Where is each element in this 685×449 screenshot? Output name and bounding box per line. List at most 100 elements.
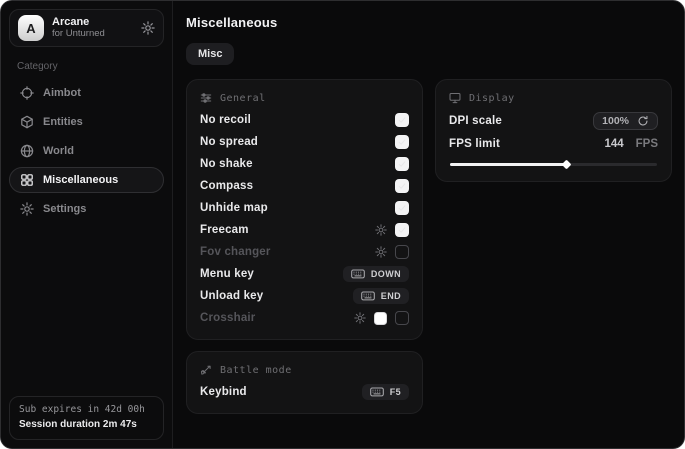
stepper-value: 100% (602, 115, 629, 127)
cube-icon (20, 115, 34, 129)
checkbox-no-spread[interactable] (395, 135, 409, 149)
row-controls (395, 135, 409, 149)
sidebar-nav: Aimbot Entities World Miscellaneous Settings (9, 78, 164, 223)
refresh-icon[interactable] (637, 115, 649, 127)
grid-icon (20, 173, 34, 187)
gear-icon (20, 202, 34, 216)
session-duration-text: Session duration 2m 47s (19, 417, 154, 432)
slider-unit: FPS (636, 138, 658, 150)
sidebar-item-label: Aimbot (43, 87, 81, 99)
checkbox-crosshair[interactable] (395, 311, 409, 325)
row-label: DPI scale (449, 115, 502, 127)
keybind-button-unload-key[interactable]: END (353, 288, 409, 304)
sidebar-item-miscellaneous[interactable]: Miscellaneous (9, 167, 164, 193)
checkbox-freecam[interactable] (395, 223, 409, 237)
sidebar-item-label: World (43, 145, 74, 157)
panel-display: Display DPI scale 100% FPS limit 144 FPS (435, 79, 672, 182)
keyboard-icon (361, 291, 375, 301)
panel-title: Battle mode (220, 365, 292, 376)
gear-icon[interactable] (354, 312, 366, 324)
sidebar-item-entities[interactable]: Entities (9, 109, 164, 135)
panel-header-battle-mode: Battle mode (200, 364, 409, 376)
panel-title: Display (469, 93, 515, 104)
row-no-spread: No spread (200, 131, 409, 153)
keybind-button-keybind[interactable]: F5 (362, 384, 409, 400)
row-unhide-map: Unhide map (200, 197, 409, 219)
row-label: No recoil (200, 114, 251, 126)
sidebar-item-label: Settings (43, 203, 86, 215)
slider-thumb[interactable] (561, 159, 571, 169)
monitor-icon (449, 92, 461, 104)
tab-misc[interactable]: Misc (186, 43, 234, 65)
slider-fill (450, 163, 566, 166)
row-controls (375, 223, 409, 237)
checkbox-unhide-map[interactable] (395, 201, 409, 215)
globe-icon (20, 144, 34, 158)
panel-title: General (220, 93, 266, 104)
sidebar-item-world[interactable]: World (9, 138, 164, 164)
app-name: Arcane (52, 16, 105, 29)
row-label: Compass (200, 180, 253, 192)
sidebar-item-label: Miscellaneous (43, 174, 118, 186)
check-icon (397, 115, 407, 125)
sidebar-item-settings[interactable]: Settings (9, 196, 164, 222)
category-label: Category (17, 61, 156, 72)
row-label: Freecam (200, 224, 249, 236)
row-fov-changer: Fov changer (200, 241, 409, 263)
gear-icon[interactable] (375, 246, 387, 258)
slider-value: 144 (604, 138, 623, 150)
row-no-shake: No shake (200, 153, 409, 175)
app-header-card: A Arcane for Unturned (9, 9, 164, 47)
settings-gear-icon[interactable] (141, 21, 155, 35)
row-label: No spread (200, 136, 258, 148)
row-controls (395, 157, 409, 171)
keybind-button-menu-key[interactable]: DOWN (343, 266, 409, 282)
checkbox-fov-changer[interactable] (395, 245, 409, 259)
sub-expiry-text: Sub expires in 42d 00h (19, 403, 154, 417)
app-meta: Arcane for Unturned (52, 16, 105, 40)
sidebar-item-aimbot[interactable]: Aimbot (9, 80, 164, 106)
check-icon (397, 203, 407, 213)
keyboard-icon (370, 387, 384, 397)
row-controls (354, 311, 409, 325)
right-column: Display DPI scale 100% FPS limit 144 FPS (435, 79, 672, 182)
color-swatch-crosshair[interactable] (374, 312, 387, 325)
row-keybind: Keybind F5 (200, 381, 409, 403)
row-fps-limit: FPS limit 144 FPS (449, 133, 658, 155)
check-icon (397, 181, 407, 191)
app-window: A Arcane for Unturned Category Aimbot Ent… (0, 0, 685, 449)
row-label: FPS limit (449, 138, 500, 150)
panel-battle-mode: Battle mode Keybind F5 (186, 351, 423, 414)
sidebar: A Arcane for Unturned Category Aimbot Ent… (1, 1, 173, 448)
row-label: Menu key (200, 268, 254, 280)
keybind-value: F5 (390, 387, 401, 397)
tab-row: Misc (186, 43, 668, 65)
row-controls: F5 (362, 384, 409, 400)
row-label: Unhide map (200, 202, 268, 214)
checkbox-no-recoil[interactable] (395, 113, 409, 127)
row-freecam: Freecam (200, 219, 409, 241)
row-controls: 144 FPS (604, 138, 658, 150)
check-icon (397, 137, 407, 147)
gear-icon[interactable] (375, 224, 387, 236)
status-card: Sub expires in 42d 00h Session duration … (9, 396, 164, 440)
checkbox-compass[interactable] (395, 179, 409, 193)
stepper-dpi-scale[interactable]: 100% (593, 112, 658, 130)
keybind-value: END (381, 291, 401, 301)
slider-fps-limit[interactable] (450, 159, 657, 169)
keyboard-icon (351, 269, 365, 279)
sidebar-item-label: Entities (43, 116, 83, 128)
main-content: Miscellaneous Misc GeneralNo recoilNo sp… (173, 1, 684, 448)
row-label: Keybind (200, 386, 247, 398)
checkbox-no-shake[interactable] (395, 157, 409, 171)
sliders-icon (200, 92, 212, 104)
row-controls (395, 179, 409, 193)
row-controls: DOWN (343, 266, 409, 282)
app-logo: A (18, 15, 44, 41)
panel-general: General No recoil No spread No shake Compass… (186, 79, 423, 340)
row-label: Fov changer (200, 246, 271, 258)
row-compass: Compass (200, 175, 409, 197)
row-label: Crosshair (200, 312, 256, 324)
row-controls: END (353, 288, 409, 304)
row-crosshair: Crosshair (200, 307, 409, 329)
